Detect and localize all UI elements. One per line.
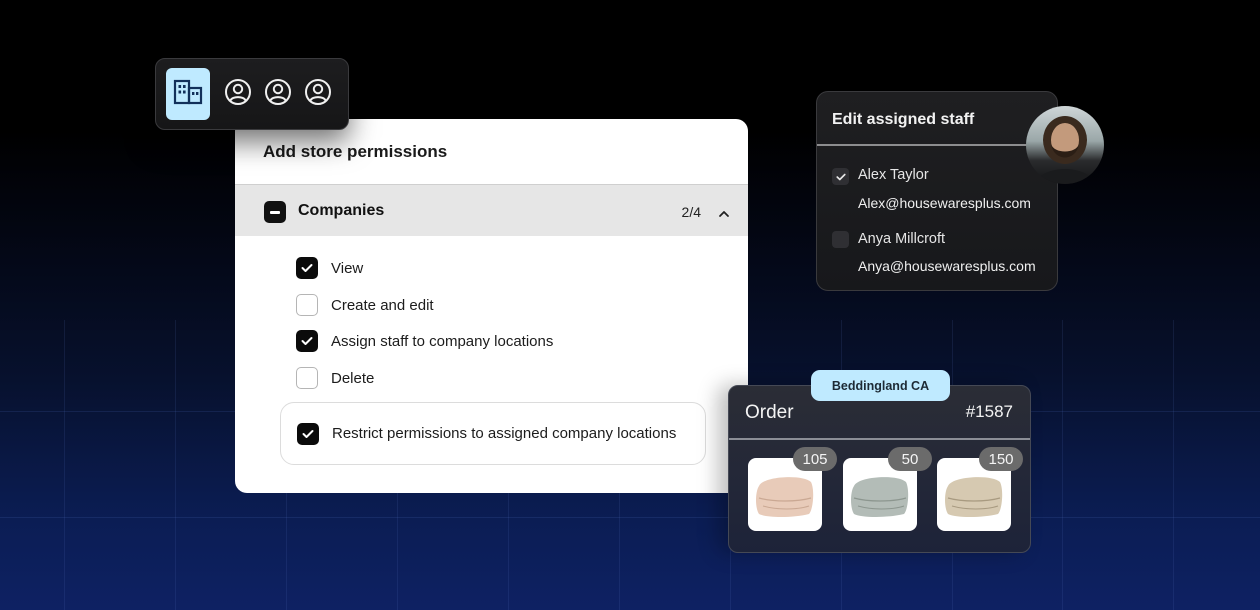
staff-button-3[interactable] bbox=[304, 78, 332, 111]
check-icon bbox=[835, 173, 846, 180]
check-icon bbox=[302, 429, 314, 438]
panel-title: Edit assigned staff bbox=[832, 111, 975, 128]
checkbox-checked[interactable] bbox=[296, 330, 318, 352]
order-title: Order bbox=[745, 402, 794, 423]
staff-button-1[interactable] bbox=[224, 78, 252, 111]
permission-label: Delete bbox=[331, 369, 375, 387]
staff-checkbox-checked[interactable] bbox=[832, 168, 849, 185]
divider bbox=[817, 144, 1057, 146]
restrict-label: Restrict permissions to assigned company… bbox=[332, 425, 677, 442]
building-icon bbox=[173, 79, 203, 110]
chevron-up-icon[interactable] bbox=[718, 206, 730, 217]
user-circle-icon bbox=[264, 78, 292, 111]
permission-item-assign-staff[interactable]: Assign staff to company locations bbox=[296, 330, 553, 352]
section-count: 2/4 bbox=[681, 204, 701, 220]
user-circle-icon bbox=[304, 78, 332, 111]
restrict-permissions-option[interactable]: Restrict permissions to assigned company… bbox=[280, 402, 706, 465]
permission-label: Create and edit bbox=[331, 296, 434, 314]
permission-label: Assign staff to company locations bbox=[331, 332, 554, 350]
staff-button-2[interactable] bbox=[264, 78, 292, 111]
companies-section-header[interactable]: Companies 2/4 bbox=[235, 184, 748, 236]
user-circle-icon bbox=[224, 78, 252, 111]
staff-name: Alex Taylor bbox=[858, 167, 929, 183]
indeterminate-checkbox[interactable] bbox=[264, 201, 286, 223]
quantity-badge: 50 bbox=[888, 447, 932, 471]
staff-avatar bbox=[1026, 106, 1104, 184]
permission-item-delete[interactable]: Delete bbox=[296, 367, 374, 389]
quantity-badge: 105 bbox=[793, 447, 837, 471]
entity-toolbar bbox=[155, 58, 349, 130]
permission-item-view[interactable]: View bbox=[296, 257, 363, 279]
assigned-staff-panel: Edit assigned staff Alex Taylor Alex@hou… bbox=[816, 91, 1058, 291]
order-number: #1587 bbox=[965, 402, 1013, 421]
staff-email: Anya@housewaresplus.com bbox=[858, 258, 1036, 274]
comforter-image bbox=[756, 476, 814, 517]
checkbox-unchecked[interactable] bbox=[296, 367, 318, 389]
location-badge: Beddingland CA bbox=[811, 370, 950, 401]
section-label: Companies bbox=[298, 202, 385, 219]
staff-checkbox-unchecked[interactable] bbox=[832, 231, 849, 248]
company-button[interactable] bbox=[166, 68, 210, 120]
checkbox-unchecked[interactable] bbox=[296, 294, 318, 316]
permission-item-create-edit[interactable]: Create and edit bbox=[296, 294, 434, 316]
comforter-image bbox=[851, 476, 909, 517]
order-panel[interactable]: Order #1587 105 50 150 bbox=[728, 385, 1031, 553]
staff-name: Anya Millcroft bbox=[858, 231, 946, 247]
quantity-badge: 150 bbox=[979, 447, 1023, 471]
comforter-image bbox=[945, 476, 1003, 517]
panel-title: Add store permissions bbox=[263, 142, 448, 161]
permission-label: View bbox=[331, 259, 364, 277]
check-icon bbox=[301, 264, 313, 272]
checkbox-checked[interactable] bbox=[297, 422, 319, 445]
store-permissions-panel: Add store permissions Companies 2/4 View… bbox=[235, 119, 748, 493]
divider bbox=[729, 438, 1030, 440]
staff-email: Alex@housewaresplus.com bbox=[858, 195, 1031, 211]
checkbox-checked[interactable] bbox=[296, 257, 318, 279]
check-icon bbox=[301, 337, 313, 345]
